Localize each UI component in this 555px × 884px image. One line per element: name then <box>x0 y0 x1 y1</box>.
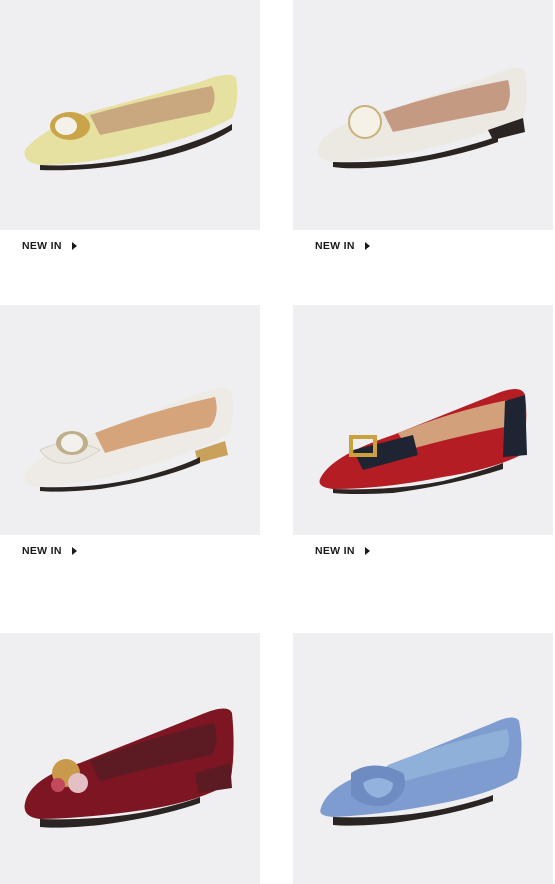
new-in-link[interactable]: NEW IN <box>315 240 370 252</box>
product-card: NEW IN <box>293 305 553 557</box>
product-image[interactable] <box>293 0 553 230</box>
new-in-label: NEW IN <box>22 545 62 557</box>
product-card <box>293 633 553 884</box>
yellow-flat-shoe-icon <box>24 74 238 171</box>
new-in-link[interactable]: NEW IN <box>22 240 77 252</box>
caret-right-icon <box>364 242 370 250</box>
burgundy-flat-shoe-icon <box>24 708 234 828</box>
product-image[interactable] <box>293 633 553 884</box>
caret-right-icon <box>364 547 370 555</box>
blue-flat-shoe-icon <box>320 717 522 826</box>
product-card: NEW IN <box>0 0 260 252</box>
new-in-label: NEW IN <box>315 240 355 252</box>
product-image[interactable] <box>0 0 260 230</box>
product-image[interactable] <box>0 633 260 884</box>
product-image[interactable] <box>0 305 260 535</box>
product-card: NEW IN <box>293 0 553 252</box>
product-card: NEW IN <box>0 305 260 557</box>
new-in-link[interactable]: NEW IN <box>22 545 77 557</box>
white-flat-shoe-icon <box>317 67 527 169</box>
red-buckle-flat-shoe-icon <box>319 389 527 494</box>
product-card <box>0 633 260 884</box>
product-image[interactable] <box>293 305 553 535</box>
caret-right-icon <box>71 547 77 555</box>
new-in-label: NEW IN <box>22 240 62 252</box>
product-grid: NEW IN NEW IN NEW IN NEW IN <box>0 0 555 884</box>
caret-right-icon <box>71 242 77 250</box>
new-in-label: NEW IN <box>315 545 355 557</box>
cream-bow-flat-shoe-icon <box>24 388 234 492</box>
new-in-link[interactable]: NEW IN <box>315 545 370 557</box>
